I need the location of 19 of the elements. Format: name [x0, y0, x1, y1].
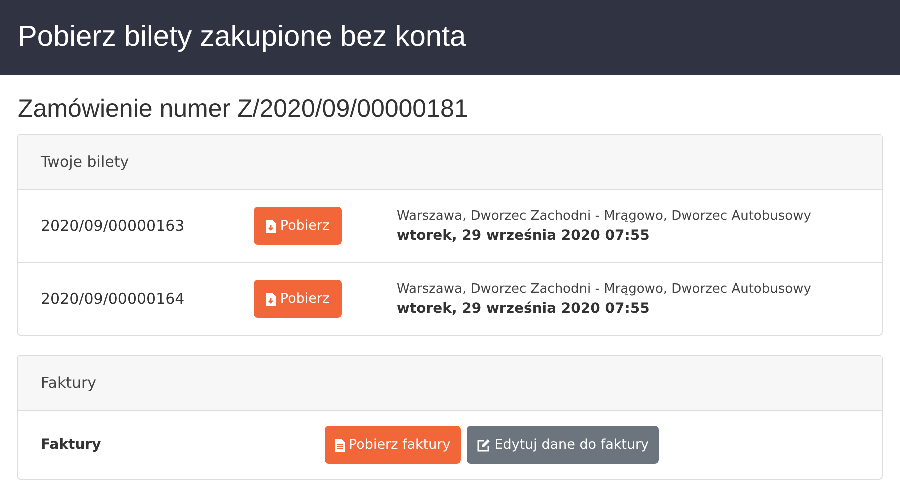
download-invoices-button[interactable]: Pobierz faktury — [325, 426, 461, 464]
card-title: Faktury — [41, 374, 97, 392]
card-title: Twoje bilety — [41, 153, 130, 171]
invoices-label: Faktury — [41, 437, 102, 453]
route-text: Warszawa, Dworzec Zachodni - Mrągowo, Dworzec Autobusowy — [397, 282, 812, 296]
download-button[interactable]: Pobierz — [254, 207, 342, 245]
edit-invoice-data-button[interactable]: Edytuj dane do faktury — [466, 426, 660, 464]
ticket-number: 2020/09/00000164 — [41, 290, 186, 308]
ticket-number: 2020/09/00000163 — [41, 217, 186, 235]
departure-date: wtorek, 29 września 2020 07:55 — [397, 228, 651, 244]
file-download-icon — [266, 220, 276, 232]
download-button[interactable]: Pobierz — [254, 280, 342, 318]
page-title: Pobierz bilety zakupione bez konta — [18, 21, 466, 54]
order-title: Zamówienie numer Z/2020/09/00000181 — [18, 95, 470, 124]
file-download-icon — [266, 292, 276, 306]
document-icon — [335, 438, 345, 452]
route-text: Warszawa, Dworzec Zachodni - Mrągowo, Dworzec Autobusowy — [397, 208, 812, 224]
departure-date: wtorek, 29 września 2020 07:55 — [397, 300, 651, 316]
edit-icon — [476, 438, 491, 452]
